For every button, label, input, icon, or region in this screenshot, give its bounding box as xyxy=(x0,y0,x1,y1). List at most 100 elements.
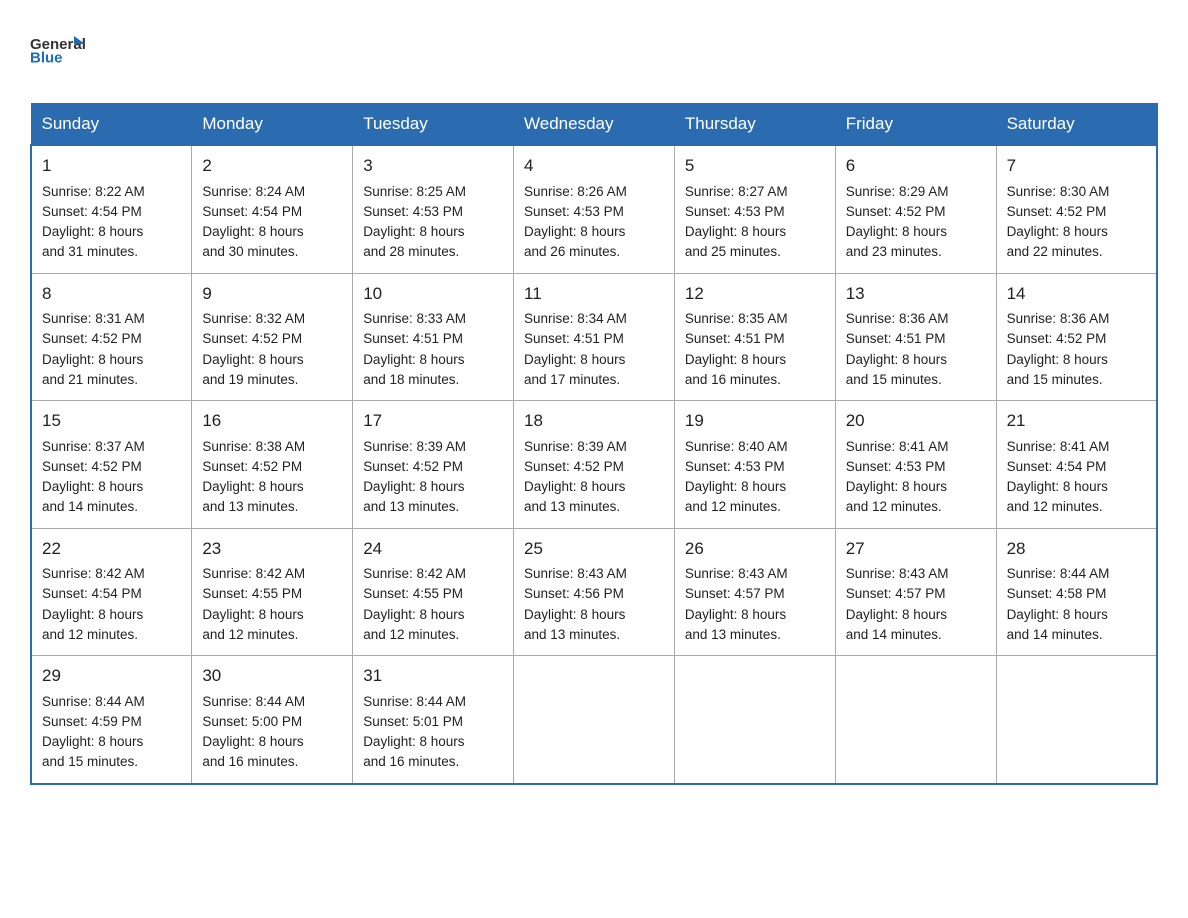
calendar-cell: 27Sunrise: 8:43 AMSunset: 4:57 PMDayligh… xyxy=(835,528,996,656)
calendar-cell: 17Sunrise: 8:39 AMSunset: 4:52 PMDayligh… xyxy=(353,401,514,529)
day-info-line: Sunrise: 8:44 AM xyxy=(363,692,503,712)
day-info-line: Daylight: 8 hours xyxy=(1007,605,1146,625)
calendar-cell xyxy=(674,656,835,784)
day-info-line: Daylight: 8 hours xyxy=(42,350,181,370)
calendar-cell: 25Sunrise: 8:43 AMSunset: 4:56 PMDayligh… xyxy=(514,528,675,656)
day-info-line: and 13 minutes. xyxy=(524,625,664,645)
day-info-line: Sunset: 4:53 PM xyxy=(846,457,986,477)
day-info-line: Sunset: 4:54 PM xyxy=(202,202,342,222)
col-header-saturday: Saturday xyxy=(996,104,1157,146)
day-info-line: Daylight: 8 hours xyxy=(202,477,342,497)
day-info-line: Daylight: 8 hours xyxy=(685,350,825,370)
day-info-line: and 12 minutes. xyxy=(1007,497,1146,517)
day-info-line: Daylight: 8 hours xyxy=(685,605,825,625)
day-info-line: Sunrise: 8:44 AM xyxy=(42,692,181,712)
calendar-cell: 21Sunrise: 8:41 AMSunset: 4:54 PMDayligh… xyxy=(996,401,1157,529)
calendar-cell: 30Sunrise: 8:44 AMSunset: 5:00 PMDayligh… xyxy=(192,656,353,784)
day-info-line: Daylight: 8 hours xyxy=(202,732,342,752)
day-info-line: and 12 minutes. xyxy=(685,497,825,517)
day-info-line: and 21 minutes. xyxy=(42,370,181,390)
day-number: 14 xyxy=(1007,281,1146,307)
calendar-cell: 7Sunrise: 8:30 AMSunset: 4:52 PMDaylight… xyxy=(996,145,1157,273)
week-row-5: 29Sunrise: 8:44 AMSunset: 4:59 PMDayligh… xyxy=(31,656,1157,784)
header: General Blue xyxy=(30,20,1158,85)
day-info-line: Sunrise: 8:44 AM xyxy=(1007,564,1146,584)
day-info-line: Sunset: 4:51 PM xyxy=(685,329,825,349)
logo-area: General Blue xyxy=(30,20,90,85)
calendar-table: SundayMondayTuesdayWednesdayThursdayFrid… xyxy=(30,103,1158,785)
day-number: 21 xyxy=(1007,408,1146,434)
day-info-line: Sunrise: 8:43 AM xyxy=(846,564,986,584)
day-info-line: and 13 minutes. xyxy=(685,625,825,645)
day-info-line: and 17 minutes. xyxy=(524,370,664,390)
day-info-line: Sunrise: 8:26 AM xyxy=(524,182,664,202)
day-info-line: and 12 minutes. xyxy=(42,625,181,645)
day-info-line: and 13 minutes. xyxy=(202,497,342,517)
col-header-wednesday: Wednesday xyxy=(514,104,675,146)
day-info-line: and 15 minutes. xyxy=(42,752,181,772)
day-number: 18 xyxy=(524,408,664,434)
day-number: 5 xyxy=(685,153,825,179)
day-info-line: Sunrise: 8:27 AM xyxy=(685,182,825,202)
day-number: 29 xyxy=(42,663,181,689)
col-header-tuesday: Tuesday xyxy=(353,104,514,146)
calendar-cell xyxy=(996,656,1157,784)
calendar-cell: 29Sunrise: 8:44 AMSunset: 4:59 PMDayligh… xyxy=(31,656,192,784)
col-header-sunday: Sunday xyxy=(31,104,192,146)
day-info-line: and 16 minutes. xyxy=(202,752,342,772)
day-number: 30 xyxy=(202,663,342,689)
day-info-line: Sunrise: 8:41 AM xyxy=(1007,437,1146,457)
day-info-line: and 15 minutes. xyxy=(846,370,986,390)
day-info-line: and 25 minutes. xyxy=(685,242,825,262)
calendar-cell: 18Sunrise: 8:39 AMSunset: 4:52 PMDayligh… xyxy=(514,401,675,529)
day-info-line: Sunrise: 8:36 AM xyxy=(1007,309,1146,329)
day-info-line: and 18 minutes. xyxy=(363,370,503,390)
page: General Blue SundayMondayTuesdayWednesda… xyxy=(0,0,1188,815)
day-info-line: Daylight: 8 hours xyxy=(363,477,503,497)
day-info-line: Sunset: 4:52 PM xyxy=(202,329,342,349)
day-info-line: Sunset: 4:54 PM xyxy=(1007,457,1146,477)
day-info-line: Daylight: 8 hours xyxy=(202,350,342,370)
day-number: 13 xyxy=(846,281,986,307)
day-number: 28 xyxy=(1007,536,1146,562)
day-info-line: Sunset: 4:51 PM xyxy=(846,329,986,349)
day-info-line: Daylight: 8 hours xyxy=(685,477,825,497)
day-info-line: and 31 minutes. xyxy=(42,242,181,262)
day-info-line: Sunset: 4:56 PM xyxy=(524,584,664,604)
calendar-cell: 28Sunrise: 8:44 AMSunset: 4:58 PMDayligh… xyxy=(996,528,1157,656)
day-info-line: Sunset: 4:54 PM xyxy=(42,202,181,222)
day-info-line: Sunset: 4:51 PM xyxy=(363,329,503,349)
day-info-line: Daylight: 8 hours xyxy=(524,477,664,497)
col-header-thursday: Thursday xyxy=(674,104,835,146)
calendar-cell: 15Sunrise: 8:37 AMSunset: 4:52 PMDayligh… xyxy=(31,401,192,529)
day-info-line: Sunrise: 8:39 AM xyxy=(524,437,664,457)
day-info-line: Sunrise: 8:34 AM xyxy=(524,309,664,329)
day-info-line: Sunset: 4:57 PM xyxy=(846,584,986,604)
day-info-line: and 14 minutes. xyxy=(42,497,181,517)
calendar-cell: 26Sunrise: 8:43 AMSunset: 4:57 PMDayligh… xyxy=(674,528,835,656)
day-number: 22 xyxy=(42,536,181,562)
calendar-cell: 13Sunrise: 8:36 AMSunset: 4:51 PMDayligh… xyxy=(835,273,996,401)
day-info-line: Sunrise: 8:43 AM xyxy=(524,564,664,584)
day-info-line: Sunrise: 8:40 AM xyxy=(685,437,825,457)
day-info-line: and 19 minutes. xyxy=(202,370,342,390)
day-info-line: Daylight: 8 hours xyxy=(524,222,664,242)
week-row-4: 22Sunrise: 8:42 AMSunset: 4:54 PMDayligh… xyxy=(31,528,1157,656)
calendar-cell: 20Sunrise: 8:41 AMSunset: 4:53 PMDayligh… xyxy=(835,401,996,529)
day-info-line: and 14 minutes. xyxy=(846,625,986,645)
day-info-line: Sunrise: 8:39 AM xyxy=(363,437,503,457)
day-info-line: Daylight: 8 hours xyxy=(363,222,503,242)
day-number: 10 xyxy=(363,281,503,307)
day-info-line: and 15 minutes. xyxy=(1007,370,1146,390)
day-info-line: Sunrise: 8:42 AM xyxy=(42,564,181,584)
day-number: 25 xyxy=(524,536,664,562)
week-row-2: 8Sunrise: 8:31 AMSunset: 4:52 PMDaylight… xyxy=(31,273,1157,401)
day-number: 3 xyxy=(363,153,503,179)
day-info-line: Daylight: 8 hours xyxy=(202,605,342,625)
calendar-cell: 31Sunrise: 8:44 AMSunset: 5:01 PMDayligh… xyxy=(353,656,514,784)
day-info-line: Sunset: 4:57 PM xyxy=(685,584,825,604)
day-info-line: Sunset: 4:53 PM xyxy=(363,202,503,222)
day-info-line: Sunset: 4:52 PM xyxy=(1007,329,1146,349)
day-number: 16 xyxy=(202,408,342,434)
day-number: 9 xyxy=(202,281,342,307)
